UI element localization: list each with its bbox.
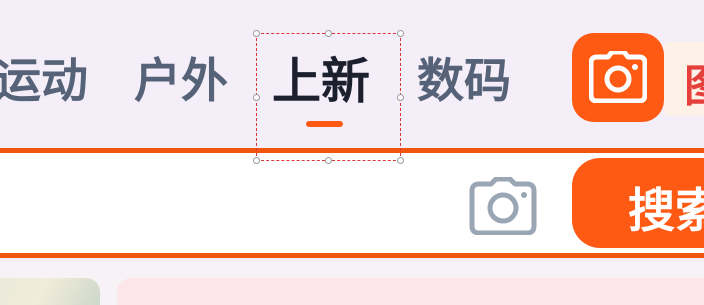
selection-handle[interactable] [325,30,332,37]
search-camera-icon[interactable] [469,176,537,239]
tab-sports[interactable]: 运动 [0,50,88,114]
selection-handle[interactable] [253,30,260,37]
side-tag-label: 图 [684,50,704,114]
camera-icon [589,51,647,103]
search-button[interactable]: 搜索 [572,158,704,248]
camera-button[interactable] [572,33,664,122]
tab-digital[interactable]: 数码 [417,50,511,114]
promo-card[interactable] [117,278,704,305]
search-button-label: 搜索 [628,184,704,239]
active-tab-indicator [306,121,343,127]
selection-handle[interactable] [397,30,404,37]
tab-outdoor[interactable]: 户外 [134,50,228,114]
side-tag[interactable]: 图 [664,42,704,116]
product-card-thumbnail[interactable] [0,278,100,305]
page: 运动 户外 上新 数码 图 搜索 [0,0,704,305]
tab-new-arrivals[interactable]: 上新 [272,50,370,114]
